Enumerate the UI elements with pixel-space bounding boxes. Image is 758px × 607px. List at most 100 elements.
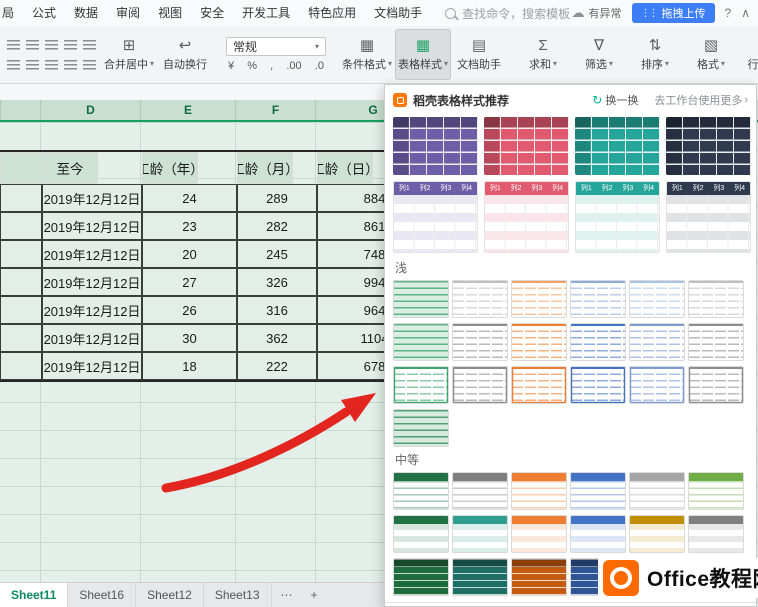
table-style-thumbnail[interactable] <box>570 366 626 404</box>
menu-tab-安全[interactable]: 安全 <box>191 0 233 26</box>
table-style-thumbnail[interactable] <box>393 280 449 318</box>
table-style-thumbnail[interactable] <box>511 515 567 553</box>
align-icon[interactable] <box>64 39 77 50</box>
table-style-thumbnail[interactable] <box>452 280 508 318</box>
rows-cols-button[interactable]: ⇄ 行和列▾ <box>739 29 758 80</box>
table-header-cell[interactable]: 工龄（年） <box>142 152 198 184</box>
cloud-sync-status[interactable]: ☁ 有异常 <box>572 5 622 21</box>
menu-tab-特色应用[interactable]: 特色应用 <box>299 0 365 26</box>
table-style-thumbnail[interactable] <box>629 366 685 404</box>
table-cell[interactable] <box>0 268 42 296</box>
format-button[interactable]: ▧ 格式 ▾ <box>683 29 739 80</box>
premium-style-thumbnail[interactable]: 列1 列2 列3 列4 <box>575 181 660 253</box>
table-style-thumbnail[interactable] <box>629 323 685 361</box>
table-style-thumbnail[interactable] <box>452 558 508 596</box>
table-header-cell[interactable]: 工龄（日） <box>317 152 373 184</box>
menu-tab-开发工具[interactable]: 开发工具 <box>233 0 299 26</box>
number-tool-button[interactable]: .0 <box>315 60 324 72</box>
help-icon[interactable]: ? <box>725 6 732 20</box>
align-icon[interactable] <box>7 39 20 50</box>
table-style-thumbnail[interactable] <box>688 472 744 510</box>
table-cell[interactable] <box>0 352 42 380</box>
table-cell[interactable] <box>0 184 42 212</box>
align-icon[interactable] <box>83 39 96 50</box>
number-tool-button[interactable]: % <box>247 60 257 72</box>
search-input[interactable]: 查找命令，搜索模板 <box>462 5 570 22</box>
table-style-thumbnail[interactable] <box>511 472 567 510</box>
menu-tab-视图[interactable]: 视图 <box>149 0 191 26</box>
table-cell[interactable]: 289 <box>237 184 317 212</box>
number-tool-button[interactable]: ¥ <box>228 60 234 72</box>
menu-tab-数据[interactable]: 数据 <box>65 0 107 26</box>
table-cell[interactable] <box>0 212 42 240</box>
table-style-thumbnail[interactable] <box>511 366 567 404</box>
menu-tab-审阅[interactable]: 审阅 <box>107 0 149 26</box>
menu-tab-局[interactable]: 局 <box>0 0 23 26</box>
premium-style-thumbnail[interactable] <box>666 117 751 175</box>
table-cell[interactable]: 282 <box>237 212 317 240</box>
collapse-ribbon-icon[interactable]: ∧ <box>741 6 750 20</box>
table-cell[interactable]: 326 <box>237 268 317 296</box>
table-cell[interactable]: 2019年12月12日 <box>42 184 142 212</box>
table-header-cell[interactable]: 至今 <box>42 152 98 184</box>
table-cell[interactable] <box>0 324 42 352</box>
table-cell[interactable]: 245 <box>237 240 317 268</box>
table-style-thumbnail[interactable] <box>570 472 626 510</box>
column-header-E[interactable]: E <box>140 100 235 120</box>
refresh-styles-button[interactable]: ↻ 换一换 <box>592 92 638 108</box>
align-icon[interactable] <box>83 59 96 70</box>
column-header-F[interactable]: F <box>235 100 315 120</box>
table-style-thumbnail[interactable] <box>688 366 744 404</box>
table-cell[interactable]: 30 <box>142 324 237 352</box>
number-tool-button[interactable]: .00 <box>286 60 301 72</box>
sheet-tab-Sheet16[interactable]: Sheet16 <box>68 583 137 607</box>
upload-button[interactable]: ⋮⋮ 拖拽上传 <box>631 3 715 23</box>
more-styles-link[interactable]: 去工作台使用更多 › <box>654 92 748 108</box>
sort-button[interactable]: ⇅ 排序 ▾ <box>627 29 683 80</box>
table-style-thumbnail[interactable] <box>452 472 508 510</box>
table-cell[interactable]: 2019年12月12日 <box>42 240 142 268</box>
align-icon[interactable] <box>64 59 77 70</box>
premium-style-thumbnail[interactable]: 列1 列2 列3 列4 <box>666 181 751 253</box>
table-style-thumbnail[interactable] <box>570 323 626 361</box>
table-cell[interactable]: 2019年12月12日 <box>42 352 142 380</box>
table-style-thumbnail[interactable] <box>393 558 449 596</box>
sheet-tab-Sheet11[interactable]: Sheet11 <box>0 583 69 607</box>
table-style-thumbnail[interactable] <box>511 558 567 596</box>
table-style-thumbnail[interactable] <box>393 323 449 361</box>
table-header-cell[interactable]: 工龄（月） <box>237 152 293 184</box>
premium-style-thumbnail[interactable]: 列1 列2 列3 列4 <box>393 181 478 253</box>
table-cell[interactable]: 26 <box>142 296 237 324</box>
align-icon[interactable] <box>45 59 58 70</box>
align-icon[interactable] <box>7 59 20 70</box>
table-cell[interactable]: 20 <box>142 240 237 268</box>
table-style-thumbnail[interactable] <box>511 323 567 361</box>
table-style-thumbnail[interactable] <box>393 472 449 510</box>
table-cell[interactable]: 27 <box>142 268 237 296</box>
table-style-thumbnail[interactable] <box>452 515 508 553</box>
add-sheet-button[interactable]: + <box>302 583 327 607</box>
auto-wrap-button[interactable]: ↩ 自动换行 <box>157 29 213 80</box>
table-style-thumbnail[interactable] <box>393 366 449 404</box>
table-cell[interactable] <box>0 240 42 268</box>
align-icon[interactable] <box>45 39 58 50</box>
number-format-select[interactable]: 常规 ▾ <box>226 37 326 56</box>
table-style-button[interactable]: ▦ 表格样式 ▾ <box>395 29 451 80</box>
premium-style-thumbnail[interactable]: 列1 列2 列3 列4 <box>484 181 569 253</box>
table-style-thumbnail[interactable] <box>393 409 449 447</box>
menu-tab-文档助手[interactable]: 文档助手 <box>365 0 431 26</box>
number-tool-button[interactable]: , <box>270 60 273 72</box>
table-cell[interactable]: 2019年12月12日 <box>42 212 142 240</box>
column-header-partial[interactable] <box>0 100 40 120</box>
more-sheets-button[interactable]: ⋯ <box>272 583 302 607</box>
filter-button[interactable]: ∇ 筛选 ▾ <box>571 29 627 80</box>
table-cell[interactable]: 2019年12月12日 <box>42 268 142 296</box>
table-style-thumbnail[interactable] <box>629 472 685 510</box>
table-style-thumbnail[interactable] <box>688 323 744 361</box>
table-cell[interactable]: 2019年12月12日 <box>42 324 142 352</box>
table-style-thumbnail[interactable] <box>452 366 508 404</box>
premium-style-thumbnail[interactable] <box>484 117 569 175</box>
conditional-format-button[interactable]: ▦ 条件格式 ▾ <box>339 29 395 80</box>
column-header-D[interactable]: D <box>40 100 140 120</box>
align-icon[interactable] <box>26 39 39 50</box>
